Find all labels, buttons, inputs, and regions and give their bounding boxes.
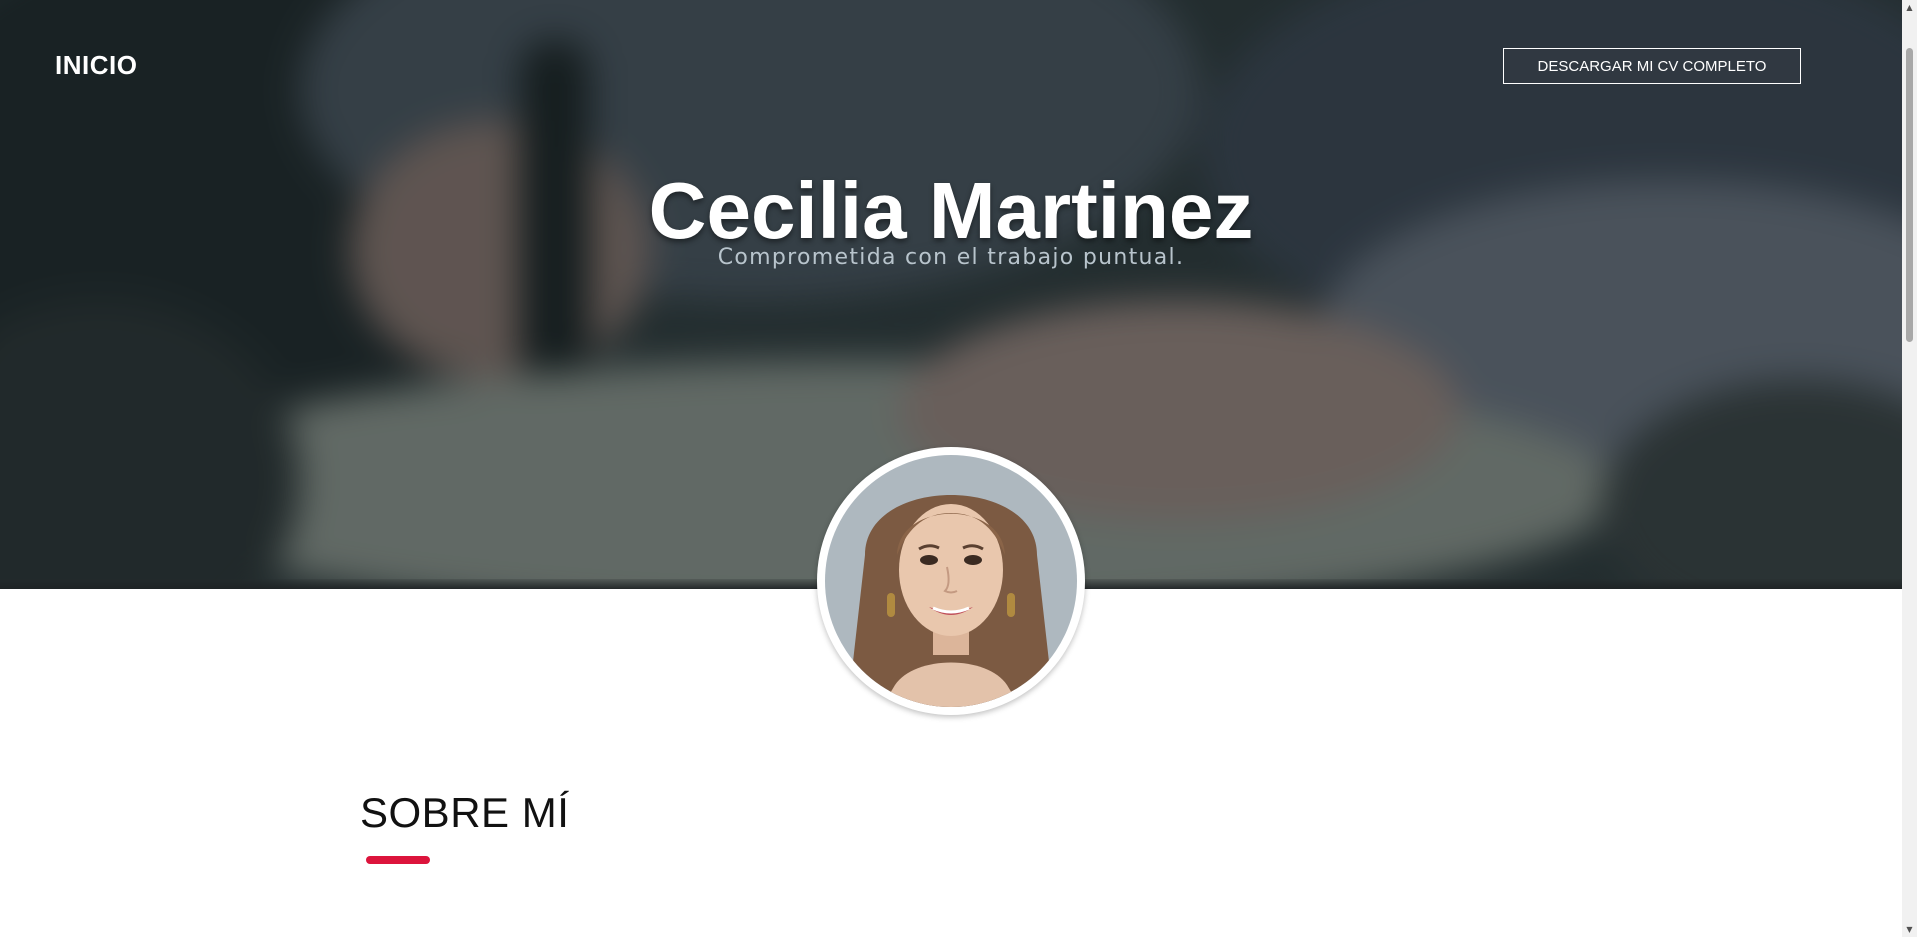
scrollbar-thumb[interactable] [1906, 48, 1913, 342]
hero-tagline: Comprometida con el trabajo puntual. [717, 245, 1185, 270]
about-section-heading: SOBRE MÍ [360, 789, 570, 836]
scroll-down-arrow-icon[interactable]: ▼ [1902, 922, 1917, 937]
profile-photo-icon [825, 455, 1077, 707]
scroll-up-arrow-icon[interactable]: ▲ [1902, 0, 1917, 15]
download-cv-button[interactable]: DESCARGAR MI CV COMPLETO [1503, 48, 1801, 84]
main-content: INICIO DESCARGAR MI CV COMPLETO Cecilia … [0, 0, 1902, 937]
profile-avatar [817, 447, 1085, 715]
heading-accent-underline [366, 856, 430, 864]
nav-home-link[interactable]: INICIO [55, 50, 137, 81]
page-scrollbar[interactable]: ▲ ▼ [1902, 0, 1917, 937]
page: INICIO DESCARGAR MI CV COMPLETO Cecilia … [0, 0, 1917, 937]
